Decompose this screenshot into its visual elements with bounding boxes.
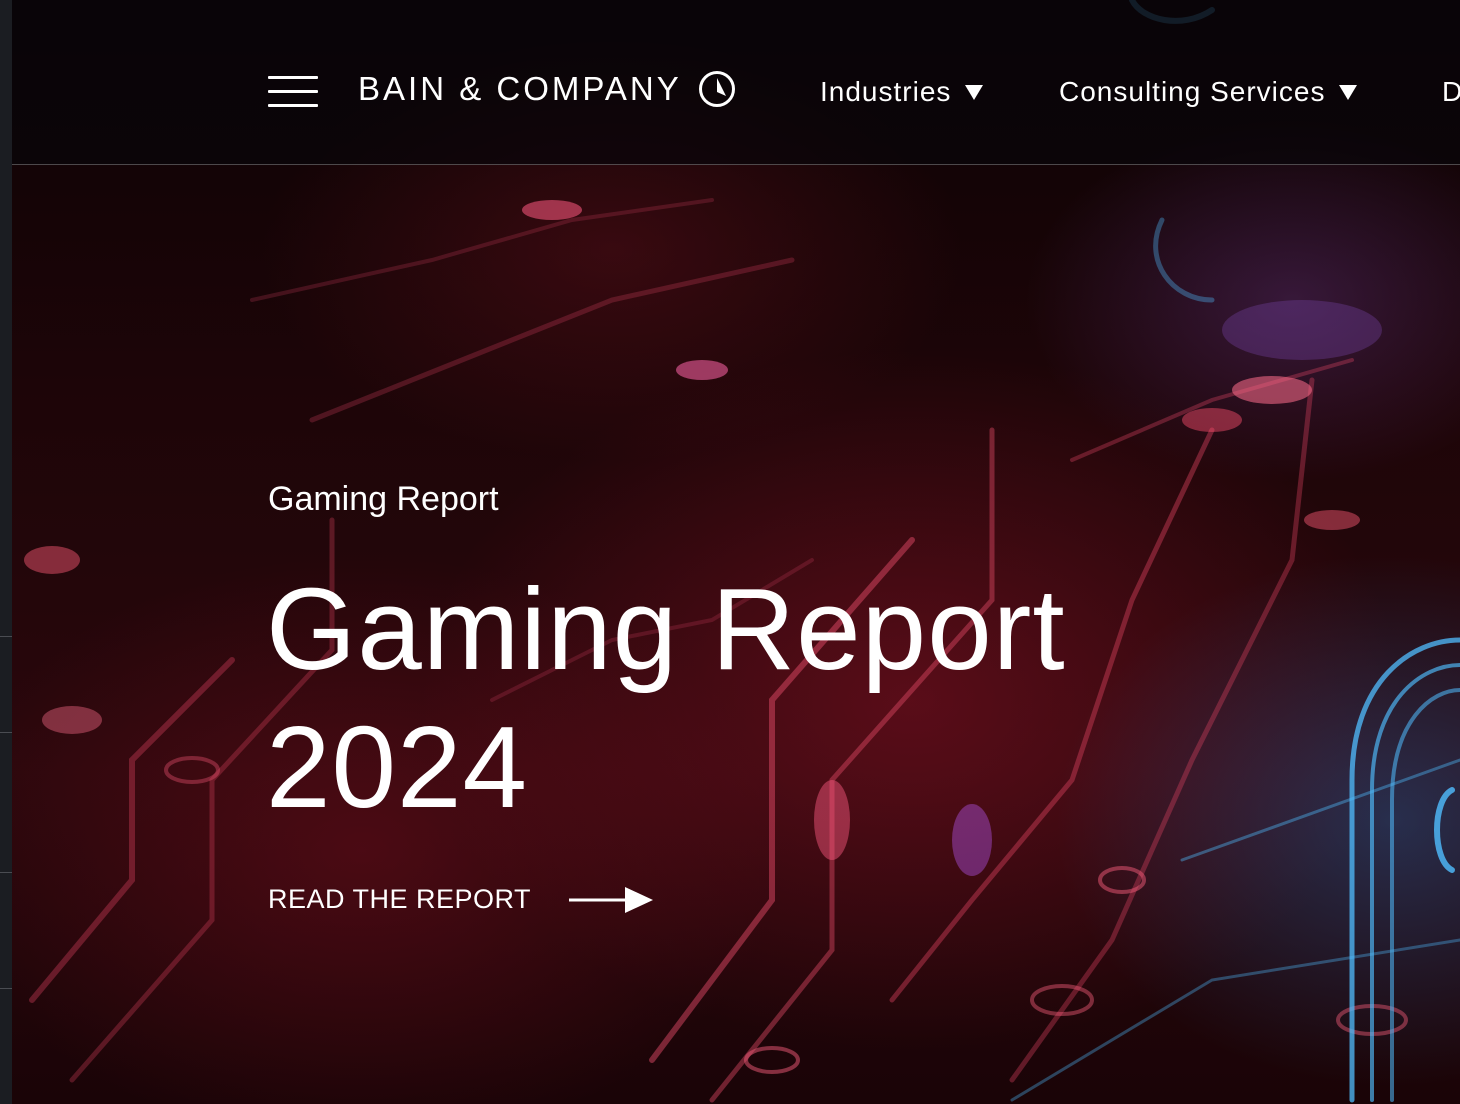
hero-headline: Gaming Report 2024: [266, 560, 1266, 836]
hero-eyebrow: Gaming Report: [268, 480, 499, 518]
brand-name: BAIN & COMPANY: [358, 70, 682, 107]
cta-label: READ THE REPORT: [268, 884, 532, 914]
hamburger-menu-icon[interactable]: [268, 74, 318, 110]
caret-down-icon: [965, 84, 984, 100]
nav-industries[interactable]: Industries: [820, 76, 984, 108]
nav-consulting-services-label: Consulting Services: [1059, 76, 1326, 107]
arrow-right-icon: [569, 886, 654, 913]
nav-industries-label: Industries: [820, 76, 952, 107]
page: BAIN & COMPANY Industries Consulting Ser…: [0, 0, 1460, 1104]
compass-logo-icon: [698, 71, 735, 107]
nav-item-truncated[interactable]: D: [1442, 76, 1460, 108]
circuit-art: [24, 0, 1460, 1103]
hero-headline-line-1: Gaming Report: [266, 564, 1066, 694]
nav-consulting-services[interactable]: Consulting Services: [1059, 76, 1358, 108]
read-the-report-link[interactable]: READ THE REPORT: [268, 884, 655, 915]
nav-item-truncated-label: D: [1442, 76, 1460, 107]
brand-logo[interactable]: BAIN & COMPANY: [358, 70, 736, 108]
site-header: BAIN & COMPANY Industries Consulting Ser…: [12, 0, 1460, 165]
hero-headline-line-2: 2024: [266, 702, 529, 832]
hero-background-image: [12, 0, 1460, 1104]
caret-down-icon: [1339, 84, 1358, 100]
